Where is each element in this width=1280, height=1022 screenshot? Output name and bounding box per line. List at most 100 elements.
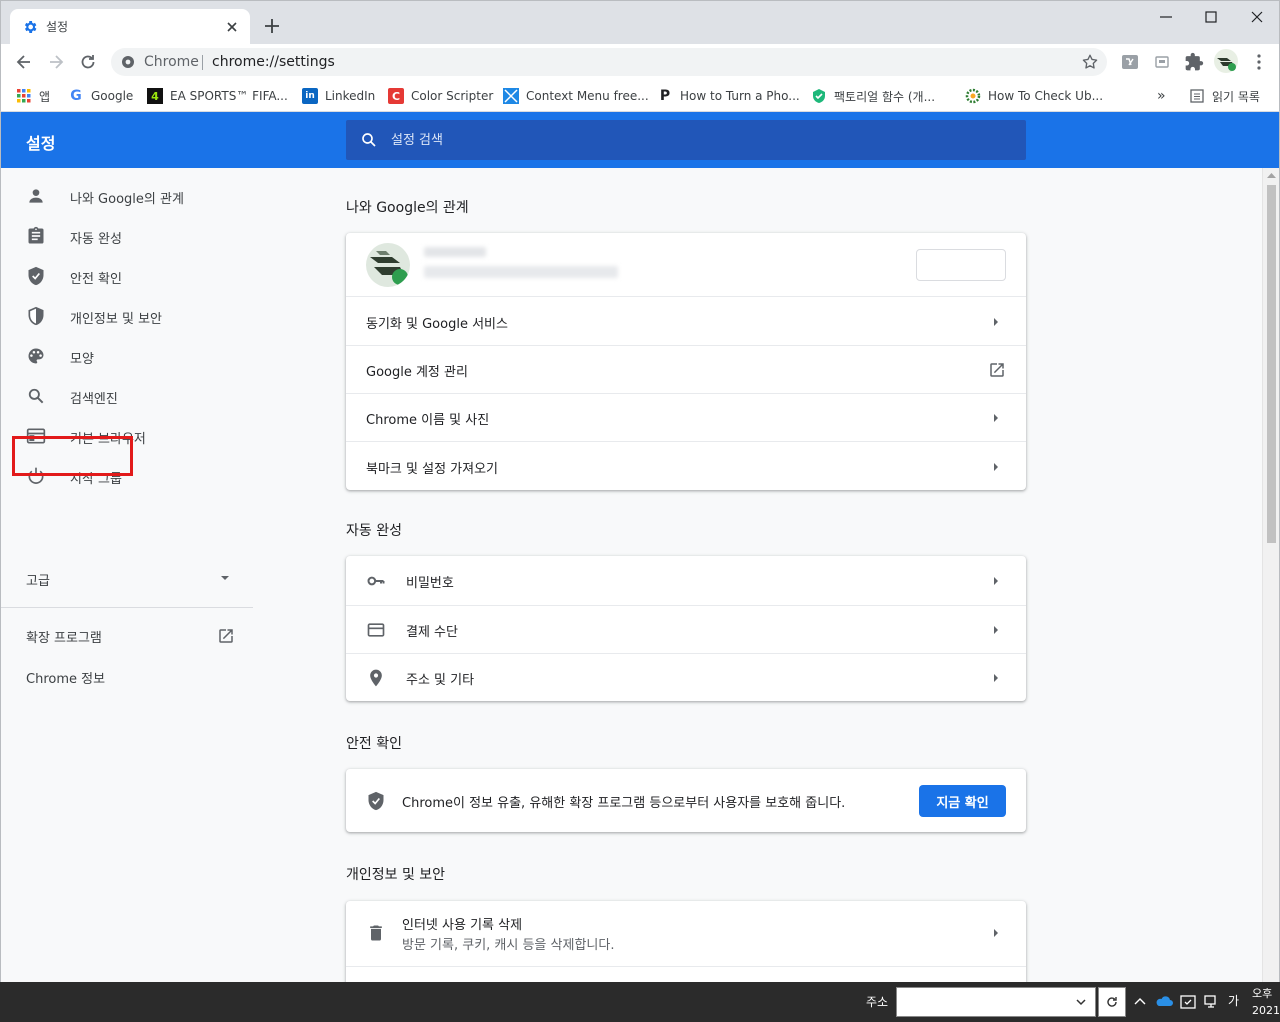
open-in-new-icon[interactable] <box>217 627 235 645</box>
bookmark-label: 앱 <box>39 89 51 104</box>
sidebar-item-label: 모양 <box>70 352 94 367</box>
row-label: 결제 수단 <box>406 625 458 640</box>
bookmark-apps[interactable]: 앱 <box>16 85 50 107</box>
network-icon[interactable] <box>1203 993 1221 1011</box>
show-hidden-icons-chevron-icon[interactable] <box>1132 993 1150 1011</box>
linkedin-icon: in <box>302 88 318 104</box>
bookmarks-overflow-button[interactable]: » <box>1157 85 1166 107</box>
bookmark-how-to-check[interactable]: How To Check Ub... <box>965 85 1103 107</box>
address-refresh-button[interactable] <box>1098 987 1126 1017</box>
divider <box>202 55 203 70</box>
back-arrow-icon[interactable] <box>14 52 34 72</box>
bookmark-linkedin[interactable]: in LinkedIn <box>302 85 375 107</box>
row-label: Chrome 이름 및 사진 <box>366 413 490 428</box>
sidebar-item-autofill[interactable]: 자동 완성 <box>1 216 253 256</box>
page-title: 설정 <box>26 134 56 153</box>
bookmark-context-menu[interactable]: Context Menu free... <box>503 85 649 107</box>
check-now-button[interactable]: 지금 확인 <box>919 785 1006 817</box>
row-sync-services[interactable]: 동기화 및 Google 서비스 <box>346 296 1026 345</box>
row-payment-methods[interactable]: 결제 수단 <box>346 605 1026 653</box>
bookmark-label: Color Scripter <box>411 89 494 103</box>
privacy-card: 인터넷 사용 기록 삭제 방문 기록, 쿠키, 캐시 등을 삭제합니다. <box>346 901 1026 982</box>
scroll-up-arrow-icon[interactable] <box>1267 172 1276 178</box>
reload-icon[interactable] <box>78 52 98 72</box>
chevron-right-icon <box>992 576 1000 586</box>
settings-search[interactable] <box>346 120 1026 160</box>
bookmark-label: 팩토리얼 함수 (개... <box>834 89 936 104</box>
site-info-icon[interactable] <box>121 55 135 69</box>
sidebar-about-chrome[interactable]: Chrome 정보 <box>26 668 105 687</box>
tab-settings[interactable]: 설정 <box>10 9 250 45</box>
you-and-google-card: 동기화 및 Google 서비스 Google 계정 관리 Chrome 이름 … <box>346 233 1026 490</box>
search-input[interactable] <box>391 130 991 150</box>
bookmark-google[interactable]: G Google <box>68 85 133 107</box>
account-name <box>424 247 486 257</box>
onedrive-cloud-icon[interactable] <box>1155 993 1173 1011</box>
bookmark-factorial[interactable]: 팩토리얼 함수 (개... <box>811 85 935 107</box>
chevron-right-icon <box>992 928 1000 938</box>
reading-list-icon <box>1189 88 1205 104</box>
safety-check-description: Chrome이 정보 유출, 유해한 확장 프로그램 등으로부터 사용자를 보호… <box>402 796 846 811</box>
sidebar-item-label: 개인정보 및 보안 <box>70 312 162 327</box>
page-scrollbar[interactable] <box>1262 168 1279 982</box>
row-addresses[interactable]: 주소 및 기타 <box>346 653 1026 701</box>
cast-icon[interactable] <box>1152 52 1172 72</box>
row-manage-google-account[interactable]: Google 계정 관리 <box>346 345 1026 393</box>
security-tray-icon[interactable] <box>1179 993 1197 1011</box>
minimize-icon[interactable] <box>1156 7 1176 27</box>
ime-indicator[interactable]: 가 <box>1228 992 1246 1010</box>
reading-list-button[interactable]: 읽기 목록 <box>1189 85 1260 107</box>
forward-arrow-icon[interactable] <box>46 52 66 72</box>
system-clock[interactable]: 오후 2021 <box>1252 985 1280 1019</box>
section-title-safety-check: 안전 확인 <box>346 736 402 752</box>
row-label: 비밀번호 <box>406 576 454 591</box>
sidebar-advanced[interactable]: 고급 <box>26 570 50 589</box>
sidebar-extensions[interactable]: 확장 프로그램 <box>26 627 102 646</box>
close-window-icon[interactable] <box>1247 7 1267 27</box>
new-tab-icon[interactable] <box>263 17 281 35</box>
sidebar-item-label: 나와 Google의 관계 <box>70 192 184 207</box>
row-clear-browsing-data[interactable]: 인터넷 사용 기록 삭제 방문 기록, 쿠키, 캐시 등을 삭제합니다. <box>346 901 1026 966</box>
chevron-right-icon <box>992 462 1000 472</box>
row-cookies[interactable] <box>346 966 1026 982</box>
sync-button[interactable] <box>916 249 1006 281</box>
chevron-right-icon <box>992 625 1000 635</box>
open-in-new-icon <box>988 361 1006 379</box>
safety-check-card: Chrome이 정보 유출, 유해한 확장 프로그램 등으로부터 사용자를 보호… <box>346 769 1026 832</box>
menu-kebab-icon[interactable] <box>1249 52 1269 72</box>
row-import-bookmarks[interactable]: 북마크 및 설정 가져오기 <box>346 441 1026 490</box>
chevron-down-icon[interactable] <box>219 574 231 582</box>
sidebar-item-search-engine[interactable]: 검색엔진 <box>1 376 253 416</box>
bookmark-star-icon[interactable] <box>1081 53 1099 71</box>
chevron-down-icon[interactable] <box>1075 997 1087 1007</box>
settings-page: 설정 나와 Google의 관계 자동 완성 안전 확인 <box>0 112 1280 982</box>
tab-strip: 설정 <box>0 0 1280 45</box>
sidebar-item-label: 안전 확인 <box>70 272 122 287</box>
url-text[interactable]: chrome://settings <box>212 54 335 70</box>
clipboard-icon <box>26 226 46 246</box>
bookmark-color-scripter[interactable]: C Color Scripter <box>388 85 493 107</box>
sidebar-item-safety-check[interactable]: 안전 확인 <box>1 256 253 296</box>
close-tab-icon[interactable] <box>224 19 240 35</box>
row-passwords[interactable]: 비밀번호 <box>346 556 1026 605</box>
person-icon <box>26 186 46 206</box>
shield-check-icon <box>366 791 386 811</box>
address-bar[interactable]: Chrome chrome://settings <box>111 48 1107 76</box>
address-toolbar-input[interactable] <box>896 987 1096 1017</box>
credit-card-icon <box>366 620 386 640</box>
shield-check-icon <box>26 266 46 286</box>
browser-toolbar: Chrome chrome://settings <box>0 44 1280 80</box>
sidebar-item-you-and-google[interactable]: 나와 Google의 관계 <box>1 176 253 216</box>
bookmark-ea-sports[interactable]: 4 EA SPORTS™ FIFA... <box>147 85 288 107</box>
bookmark-how-to-turn[interactable]: P How to Turn a Pho... <box>657 85 800 107</box>
scrollbar-thumb[interactable] <box>1267 185 1276 543</box>
sidebar-item-appearance[interactable]: 모양 <box>1 336 253 376</box>
extension-rx-icon[interactable] <box>1120 52 1140 72</box>
profile-avatar[interactable] <box>1214 49 1238 73</box>
ea-sports-icon: 4 <box>147 88 163 104</box>
maximize-icon[interactable] <box>1201 7 1221 27</box>
extensions-puzzle-icon[interactable] <box>1184 52 1204 72</box>
sidebar-item-privacy[interactable]: 개인정보 및 보안 <box>1 296 253 336</box>
row-chrome-name-photo[interactable]: Chrome 이름 및 사진 <box>346 393 1026 441</box>
context-menu-icon <box>503 88 519 104</box>
